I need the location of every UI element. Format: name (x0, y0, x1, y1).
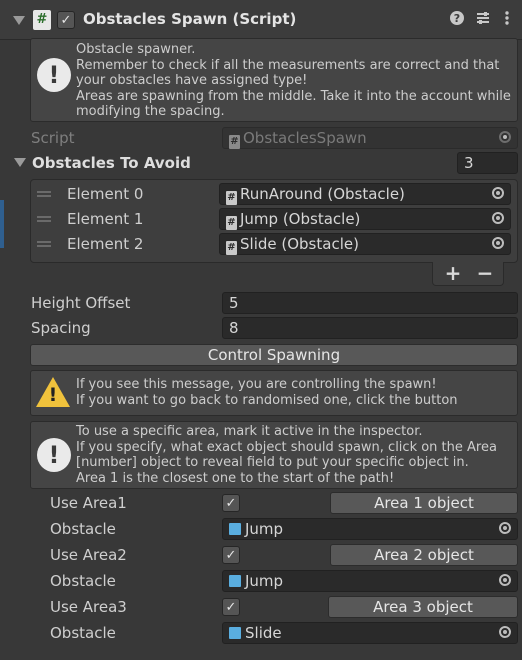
obstacles-to-avoid-label[interactable]: Obstacles To Avoid (32, 154, 191, 172)
object-picker-icon[interactable] (499, 574, 511, 586)
script-hash-icon: # (226, 191, 237, 205)
use-area2-label: Use Area2 (50, 546, 127, 564)
use-area1-label: Use Area1 (50, 494, 127, 512)
area1-obstacle-field[interactable]: Jump (222, 518, 518, 540)
area-2-object-button[interactable]: Area 2 object (330, 544, 518, 566)
spacing-field[interactable]: 8 (222, 317, 518, 339)
use-area3-label: Use Area3 (50, 598, 127, 616)
object-picker-icon[interactable] (492, 212, 504, 224)
info-icon: ! (37, 438, 71, 472)
warning-exclamation-icon: ! (48, 384, 58, 406)
component-enabled-checkbox[interactable]: ✓ (57, 11, 75, 29)
warning-text: If you see this message, you are control… (76, 377, 458, 408)
area1-obstacle-value: Jump (245, 520, 284, 538)
area-1-object-button[interactable]: Area 1 object (330, 492, 518, 514)
more-icon[interactable] (498, 10, 516, 28)
height-offset-field[interactable]: 5 (222, 292, 518, 314)
control-spawning-button[interactable]: Control Spawning (30, 344, 518, 366)
area2-obstacle-value: Jump (245, 572, 284, 590)
element-2-label: Element 2 (67, 235, 144, 253)
drag-handle-icon[interactable] (37, 216, 51, 222)
info-icon: ! (37, 58, 71, 92)
area3-obstacle-label: Obstacle (50, 624, 116, 642)
remove-element-button[interactable]: − (473, 263, 497, 285)
element-0-value: RunAround (Obstacle) (240, 185, 405, 203)
object-picker-icon[interactable] (492, 237, 504, 249)
element-0-field[interactable]: # RunAround (Obstacle) (219, 183, 511, 205)
object-picker-icon[interactable] (499, 522, 511, 534)
element-2-field[interactable]: # Slide (Obstacle) (219, 233, 511, 255)
element-0-label: Element 0 (67, 185, 144, 203)
drag-handle-icon[interactable] (37, 241, 51, 247)
height-offset-label: Height Offset (31, 294, 131, 312)
script-hash-icon: # (33, 10, 51, 30)
obstacles-size-field[interactable]: 3 (457, 152, 518, 174)
svg-text:?: ? (454, 12, 460, 25)
add-element-button[interactable]: + (441, 263, 465, 285)
script-label: Script (31, 129, 75, 147)
area-3-object-button[interactable]: Area 3 object (328, 596, 518, 618)
use-area3-checkbox[interactable]: ✓ (222, 598, 240, 616)
drag-handle-icon[interactable] (37, 191, 51, 197)
element-2-value: Slide (Obstacle) (240, 235, 359, 253)
area-info-text: To use a specific area, mark it active i… (76, 424, 497, 486)
help-icon[interactable]: ? (448, 10, 466, 28)
use-area1-checkbox[interactable]: ✓ (222, 494, 240, 512)
script-hash-icon: # (226, 216, 237, 230)
area3-obstacle-value: Slide (245, 624, 282, 642)
prefab-cube-icon (229, 523, 241, 535)
prefab-cube-icon (229, 627, 241, 639)
prefab-cube-icon (229, 575, 241, 587)
obstacles-foldout-arrow-icon[interactable] (14, 158, 26, 167)
use-area2-checkbox[interactable]: ✓ (222, 546, 240, 564)
object-picker-icon[interactable] (499, 626, 511, 638)
script-field: # ObstaclesSpawn (222, 127, 518, 149)
object-picker-icon[interactable] (492, 187, 504, 199)
window-edge-indicator (0, 200, 4, 248)
area3-obstacle-field[interactable]: Slide (222, 622, 518, 644)
description-text: Obstacle spawner. Remember to check if a… (76, 42, 511, 119)
script-field-value: ObstaclesSpawn (243, 129, 367, 147)
element-1-field[interactable]: # Jump (Obstacle) (219, 208, 511, 230)
presets-icon[interactable] (474, 10, 492, 28)
foldout-arrow-icon[interactable] (13, 16, 25, 25)
area2-obstacle-field[interactable]: Jump (222, 570, 518, 592)
script-hash-icon: # (226, 241, 237, 255)
area2-obstacle-label: Obstacle (50, 572, 116, 590)
area1-obstacle-label: Obstacle (50, 520, 116, 538)
object-picker-icon (499, 131, 511, 143)
element-1-label: Element 1 (67, 210, 144, 228)
component-title: Obstacles Spawn (Script) (83, 10, 297, 28)
spacing-label: Spacing (31, 319, 91, 337)
element-1-value: Jump (Obstacle) (240, 210, 361, 228)
script-hash-icon: # (229, 135, 240, 149)
